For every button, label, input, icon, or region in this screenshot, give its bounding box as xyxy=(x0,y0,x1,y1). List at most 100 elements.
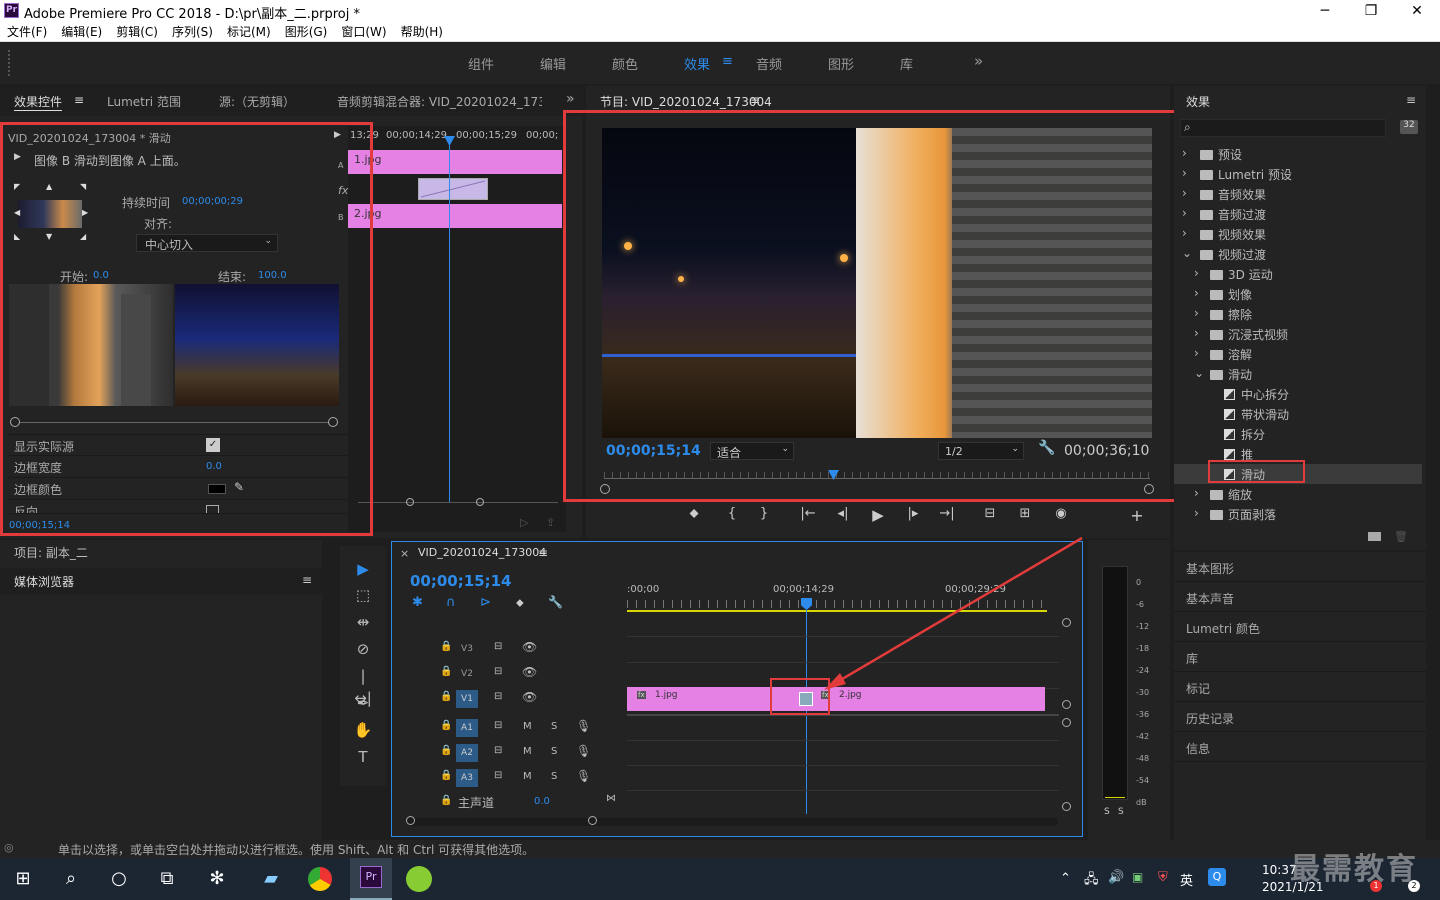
tree-item-iris[interactable]: › 划像 xyxy=(1174,284,1422,304)
menu-help[interactable]: 帮助(H) xyxy=(394,22,450,42)
mute-button[interactable]: M xyxy=(523,721,532,732)
lock-icon[interactable]: 🔒 xyxy=(440,691,452,702)
tab-media-browser[interactable]: 媒体浏览器 xyxy=(14,573,74,590)
panel-lumetri-color[interactable]: Lumetri 颜色 xyxy=(1174,612,1426,642)
meter-solo-left[interactable]: S xyxy=(1104,807,1110,817)
tree-item-wipe[interactable]: › 擦除 xyxy=(1174,304,1422,324)
tree-item-page-peel[interactable]: › 页面剥落 xyxy=(1174,504,1422,524)
snap-icon[interactable]: ∩ xyxy=(446,595,456,610)
sync-lock-icon[interactable]: ⊟ xyxy=(494,720,502,731)
lock-icon[interactable]: 🔒 xyxy=(440,666,452,677)
eye-icon[interactable]: 👁 xyxy=(522,690,537,704)
sync-lock-icon[interactable]: ⊟ xyxy=(494,745,502,756)
menu-graphics[interactable]: 图形(G) xyxy=(278,22,335,42)
lock-icon[interactable]: 🔒 xyxy=(440,745,452,756)
tab-audio-clip-mixer[interactable]: 音频剪辑混合器: VID_20201024_17300 xyxy=(337,93,542,110)
lock-icon[interactable]: 🔒 xyxy=(440,720,452,731)
effects-search-input[interactable]: ⌕ xyxy=(1180,119,1386,137)
tab-lumetri-scopes[interactable]: Lumetri 范围 xyxy=(107,93,181,110)
tree-item-video-transitions[interactable]: ⌄ 视频过渡 xyxy=(1174,244,1422,264)
pen-tool[interactable]: ✒ xyxy=(352,692,374,714)
workspace-tab-color[interactable]: 颜色 xyxy=(612,54,638,73)
lock-icon[interactable]: 🔒 xyxy=(440,641,452,652)
ec-scrollbar[interactable] xyxy=(358,502,558,503)
panel-info[interactable]: 信息 xyxy=(1174,732,1426,762)
mark-in-button[interactable]: { xyxy=(722,506,742,521)
lock-icon[interactable]: 🔒 xyxy=(440,770,452,781)
menu-marker[interactable]: 标记(M) xyxy=(220,22,278,42)
vscroll-audio-top[interactable] xyxy=(1062,718,1071,727)
workspace-tab-effects[interactable]: 效果 xyxy=(684,54,710,73)
workspace-tab-libraries[interactable]: 库 xyxy=(900,54,913,73)
track-select-tool[interactable]: ⬚ xyxy=(352,584,374,606)
action-center-badge[interactable]: 2 xyxy=(1408,880,1420,892)
go-to-in-button[interactable]: |← xyxy=(798,506,818,521)
new-bin-accel-icon[interactable]: 32 xyxy=(1400,120,1418,134)
program-monitor-title[interactable]: 节目: VID_20201024_173004 xyxy=(600,93,772,110)
go-to-out-button[interactable]: →| xyxy=(937,506,957,521)
button-editor-button[interactable]: + xyxy=(1127,506,1147,525)
windows-start-icon[interactable]: ⊞ xyxy=(10,866,36,892)
notes-app-icon[interactable]: ▰ xyxy=(258,866,284,892)
track-target-a2[interactable]: A2 xyxy=(456,744,478,762)
mark-out-button[interactable]: } xyxy=(754,506,774,521)
ec-transition-block[interactable] xyxy=(418,178,488,200)
tree-item-center-split[interactable]: 中心拆分 xyxy=(1174,384,1422,404)
workspace-more-icon[interactable]: » xyxy=(974,52,983,70)
panel-more-icon[interactable]: » xyxy=(566,91,575,107)
timeline-settings-icon[interactable]: 🔧 xyxy=(548,595,563,609)
clip-1-name[interactable]: 1.jpg xyxy=(655,690,678,700)
ec-clip-a[interactable]: 1.jpg xyxy=(348,150,562,174)
panel-history[interactable]: 历史记录 xyxy=(1174,702,1426,732)
new-folder-icon[interactable] xyxy=(1368,532,1381,541)
step-back-button[interactable]: ◂| xyxy=(833,506,853,521)
eye-icon[interactable]: 👁 xyxy=(522,640,537,654)
export-frame-button[interactable]: ◉ xyxy=(1051,506,1071,521)
solo-button[interactable]: S xyxy=(551,721,557,732)
step-forward-button[interactable]: |▸ xyxy=(903,506,923,521)
track-target-v1[interactable]: V1 xyxy=(456,690,478,708)
panel-essential-graphics[interactable]: 基本图形 xyxy=(1174,552,1426,582)
track-target-v2[interactable]: V2 xyxy=(456,665,478,683)
hscroll-right-handle[interactable] xyxy=(588,816,597,825)
panel-markers[interactable]: 标记 xyxy=(1174,672,1426,702)
workspace-tab-graphics[interactable]: 图形 xyxy=(828,54,854,73)
meter-solo-right[interactable]: S xyxy=(1118,807,1124,817)
tree-item-audio-transitions[interactable]: › 音频过渡 xyxy=(1174,204,1422,224)
menu-window[interactable]: 窗口(W) xyxy=(334,22,393,42)
menu-edit[interactable]: 编辑(E) xyxy=(54,22,109,42)
effects-menu-icon[interactable]: ≡ xyxy=(1406,93,1416,107)
lift-button[interactable]: ⊟ xyxy=(980,506,1000,521)
add-marker-icon[interactable]: ⬥ xyxy=(516,596,524,610)
selection-tool[interactable]: ▶ xyxy=(352,558,374,580)
maximize-button[interactable]: ❐ xyxy=(1348,0,1394,22)
ec-clip-b[interactable]: 2.jpg xyxy=(348,204,562,228)
tree-item-band-slide[interactable]: 带状滑动 xyxy=(1174,404,1422,424)
media-browser-menu-icon[interactable]: ≡ xyxy=(302,573,312,587)
menu-file[interactable]: 文件(F) xyxy=(0,22,54,42)
master-track-value[interactable]: 0.0 xyxy=(534,796,550,807)
timeline-menu-icon[interactable]: ≡ xyxy=(538,546,548,560)
minimize-button[interactable]: ─ xyxy=(1302,0,1348,22)
tree-item-split[interactable]: 拆分 xyxy=(1174,424,1422,444)
qq-icon[interactable]: Q xyxy=(1208,868,1226,886)
sync-lock-icon[interactable]: ⊟ xyxy=(494,666,502,677)
solo-button[interactable]: S xyxy=(551,746,557,757)
razor-tool[interactable]: ⊘ xyxy=(352,638,374,660)
ripple-edit-tool[interactable]: ⇹ xyxy=(352,611,374,633)
drag-handle[interactable] xyxy=(8,50,10,76)
hand-tool[interactable]: ✋ xyxy=(352,719,374,741)
program-menu-icon[interactable]: ≡ xyxy=(750,93,760,107)
tab-effect-controls[interactable]: 效果控件 xyxy=(14,93,63,111)
ec-scroll-handle-left[interactable] xyxy=(406,498,414,506)
security-icon[interactable]: ⛨ xyxy=(1158,870,1168,885)
track-target-a3[interactable]: A3 xyxy=(456,769,478,787)
chrome-icon[interactable] xyxy=(308,867,332,891)
extract-button[interactable]: ⊞ xyxy=(1015,506,1035,521)
play-audio-icon[interactable]: ▷ xyxy=(520,516,528,529)
add-marker-button[interactable]: ⬥ xyxy=(684,506,704,521)
tree-item-presets[interactable]: › 预设 xyxy=(1174,144,1422,164)
tree-item-slide-folder[interactable]: ⌄ 滑动 xyxy=(1174,364,1422,384)
workspace-tab-assembly[interactable]: 组件 xyxy=(468,54,494,73)
tree-item-video-effects[interactable]: › 视频效果 xyxy=(1174,224,1422,244)
